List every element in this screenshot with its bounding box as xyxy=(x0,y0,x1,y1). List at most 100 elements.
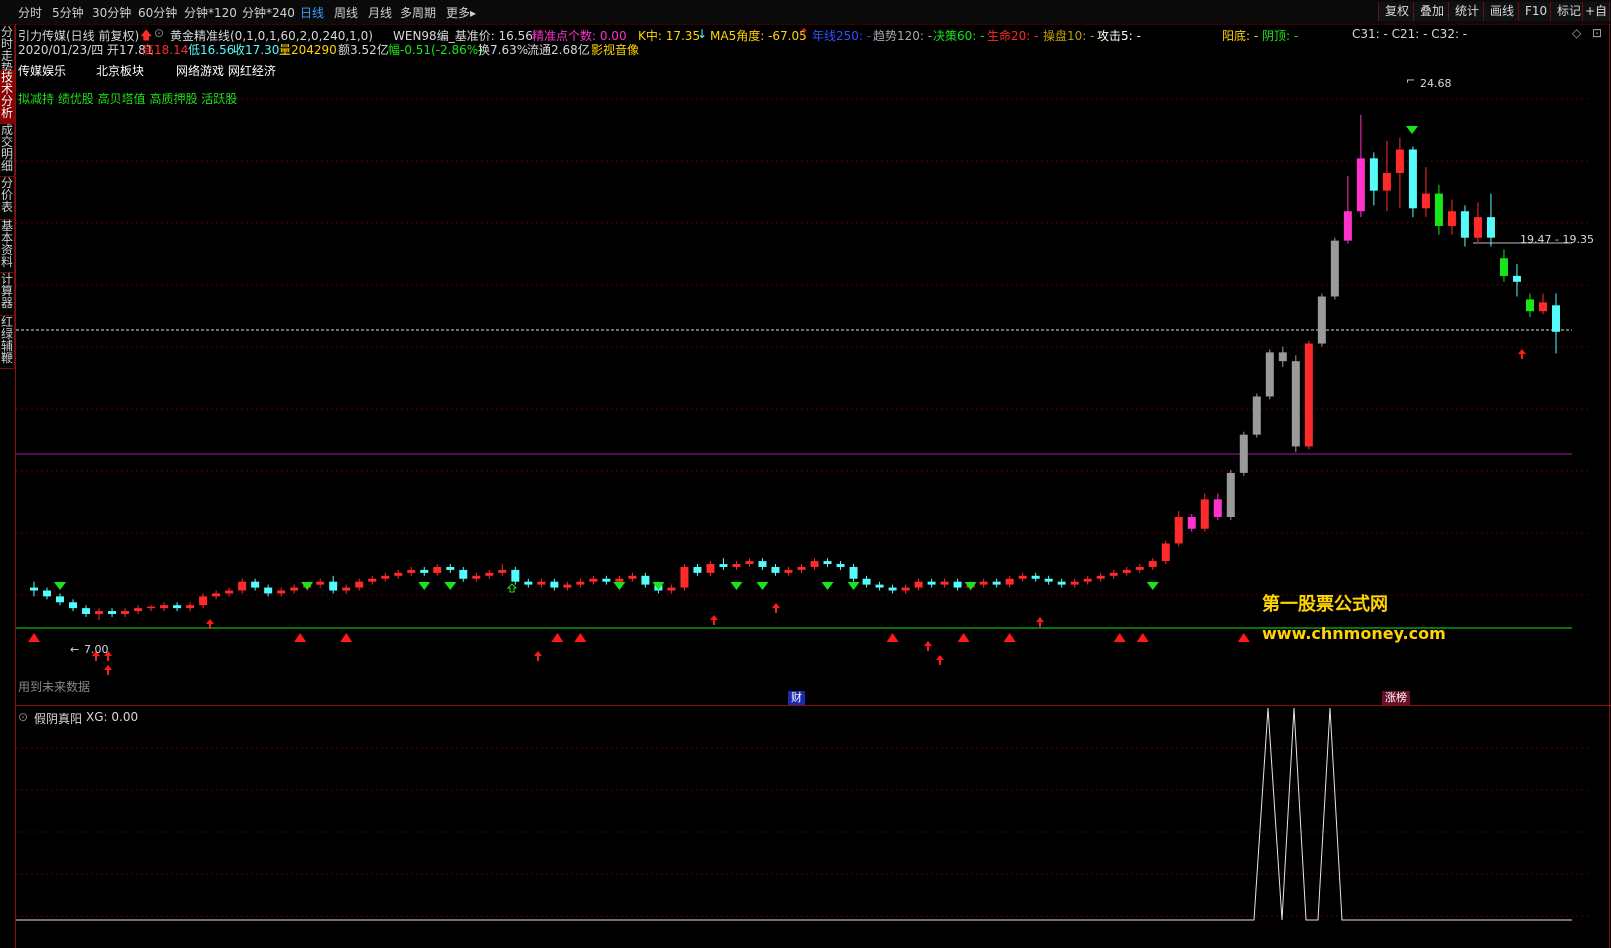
period-weekly[interactable]: 周线 xyxy=(334,4,358,21)
candle-body xyxy=(1265,352,1274,397)
candle-body xyxy=(108,611,117,615)
up-arrow-icon xyxy=(936,655,944,665)
f10-button[interactable]: F10 xyxy=(1518,2,1555,21)
sidebar-tab-fenshi[interactable]: 分时走势 xyxy=(0,26,15,74)
candle-body xyxy=(225,590,234,594)
candle-body xyxy=(1148,561,1157,567)
candle-body xyxy=(888,587,897,591)
candle-body xyxy=(1161,543,1170,562)
stats-button[interactable]: 统计 xyxy=(1448,2,1487,21)
finance-tag[interactable]: 财 xyxy=(788,691,805,705)
fuquan-button[interactable]: 复权 xyxy=(1378,2,1417,21)
period-240min[interactable]: 分钟*240 xyxy=(242,4,295,21)
overlay-button[interactable]: 叠加 xyxy=(1413,2,1452,21)
candle-body xyxy=(1031,575,1040,579)
candle-body xyxy=(732,564,741,567)
candle-body xyxy=(667,587,676,591)
candle-body xyxy=(628,575,637,579)
candle-body xyxy=(238,581,247,591)
sell-triangle-icon xyxy=(1146,582,1159,590)
candle-body xyxy=(316,581,325,585)
peak-price-label: 24.68 xyxy=(1420,77,1452,90)
buy-triangle-icon xyxy=(957,633,970,642)
sidebar-tab-basic[interactable]: 基本资料 xyxy=(0,220,15,273)
candle-body xyxy=(1512,275,1521,282)
candle-body xyxy=(329,581,338,591)
indicator-chart[interactable] xyxy=(16,708,1598,948)
sell-triangle-icon xyxy=(54,582,67,590)
period-fenshi[interactable]: 分时 xyxy=(18,4,42,21)
candle-body xyxy=(459,569,468,579)
candle-body xyxy=(1096,575,1105,579)
period-120min[interactable]: 分钟*120 xyxy=(184,4,237,21)
candle-body xyxy=(1343,211,1352,241)
candle-body xyxy=(446,566,455,570)
low-price-label: 7.00 xyxy=(84,643,109,656)
candle-body xyxy=(1525,299,1534,312)
candle-body xyxy=(641,575,650,585)
peak-flag-icon: ⌐ xyxy=(1406,74,1416,87)
sell-triangle-icon xyxy=(730,582,743,590)
limit-up-tag[interactable]: 涨榜 xyxy=(1382,691,1410,705)
period-daily[interactable]: 日线 xyxy=(300,4,324,21)
down-arrow-icon xyxy=(506,583,518,593)
candle-body xyxy=(745,561,754,565)
candle-body xyxy=(537,581,546,585)
candle-body xyxy=(186,605,195,609)
sell-triangle-icon xyxy=(964,582,977,590)
sidebar-tab-tech[interactable]: 技术分析 xyxy=(0,71,15,124)
candle-body xyxy=(836,564,845,567)
sell-triangle-icon xyxy=(301,582,314,590)
candle-body xyxy=(1109,572,1118,576)
candle-body xyxy=(693,566,702,573)
sell-triangle-icon xyxy=(652,582,665,590)
candle-body xyxy=(1252,396,1261,435)
candle-body xyxy=(1213,499,1222,517)
up-arrow-icon xyxy=(772,603,780,613)
candle-body xyxy=(953,581,962,588)
sell-triangle-icon xyxy=(821,582,834,590)
candle-body xyxy=(992,581,1001,585)
sidebar-tab-pricetable[interactable]: 分价表 xyxy=(0,177,15,220)
candle-body xyxy=(264,587,273,594)
candle-body xyxy=(82,608,91,615)
candle-body xyxy=(1434,193,1443,226)
sidebar-tab-whip[interactable]: 红绿辅鞭 xyxy=(0,316,15,369)
sell-triangle-icon xyxy=(847,582,860,590)
candle-body xyxy=(134,608,143,612)
sidebar-tab-calc[interactable]: 计算器 xyxy=(0,273,15,316)
candle-body xyxy=(1538,302,1547,312)
sell-triangle-icon xyxy=(756,582,769,590)
candle-body xyxy=(290,587,299,591)
sell-triangle-icon xyxy=(418,582,431,590)
period-monthly[interactable]: 月线 xyxy=(368,4,392,21)
watermark-title: 第一股票公式网 xyxy=(1262,594,1388,615)
candle-body xyxy=(784,569,793,573)
pane-separator[interactable] xyxy=(15,705,1611,706)
candle-body xyxy=(472,575,481,579)
period-60min[interactable]: 60分钟 xyxy=(138,4,177,21)
period-5min[interactable]: 5分钟 xyxy=(52,4,84,21)
candle-body xyxy=(407,569,416,573)
candle-body xyxy=(56,596,65,603)
custom-button[interactable]: +自 xyxy=(1582,2,1611,21)
candle-body xyxy=(615,578,624,582)
xg-signal-line xyxy=(16,708,1572,921)
candle-body xyxy=(1382,173,1391,191)
period-30min[interactable]: 30分钟 xyxy=(92,4,131,21)
period-multi[interactable]: 多周期 xyxy=(400,4,436,21)
up-arrow-icon xyxy=(1518,349,1526,359)
candle-body xyxy=(30,587,38,591)
buy-triangle-icon xyxy=(574,633,587,642)
candle-body xyxy=(576,581,585,585)
period-more[interactable]: 更多▸ xyxy=(446,4,476,21)
chevron-right-icon: ▸ xyxy=(470,6,477,20)
candle-body xyxy=(1486,217,1495,238)
candle-body xyxy=(940,581,949,585)
candle-body xyxy=(342,587,351,591)
draw-button[interactable]: 画线 xyxy=(1483,2,1522,21)
candle-body xyxy=(979,581,988,585)
candle-body xyxy=(1044,578,1053,582)
sidebar-tab-deals[interactable]: 成交明细 xyxy=(0,124,15,177)
candle-body xyxy=(1070,581,1079,585)
